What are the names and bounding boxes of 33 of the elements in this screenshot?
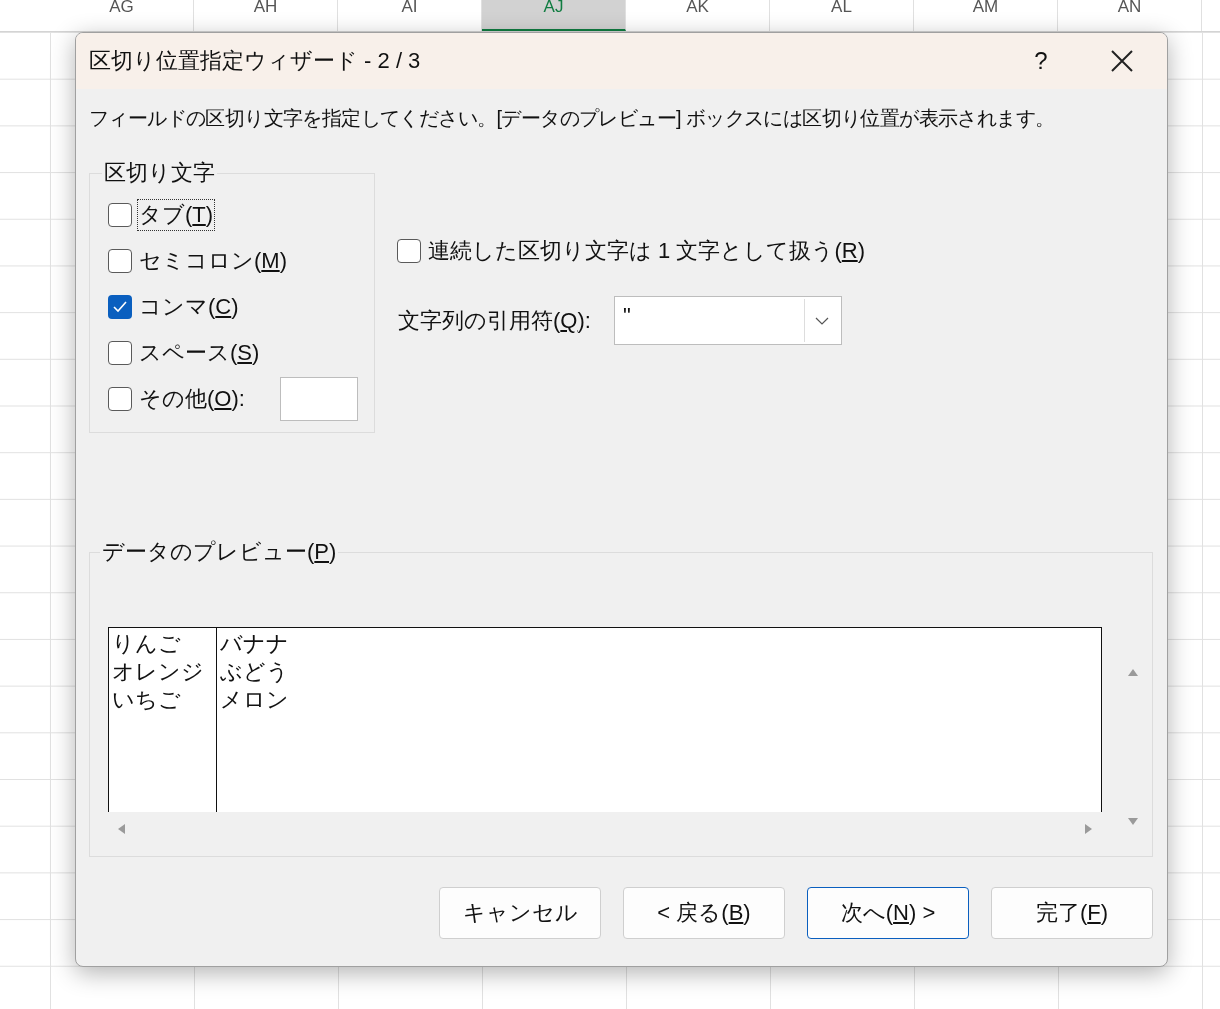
checkbox-label[interactable]: スペース(S) [138,338,261,368]
table-cell-text: バナナ [220,630,290,658]
checkbox[interactable] [108,249,132,273]
checkbox[interactable] [108,387,132,411]
checkbox-label[interactable]: コンマ(C) [138,292,240,322]
quote-dropdown[interactable]: " [613,296,842,345]
checkbox-label[interactable]: セミコロン(M) [138,246,288,276]
table-cell-text: オレンジ [112,658,205,686]
input-field[interactable] [280,377,358,421]
window-title: 区切り位置指定ウィザード - 2 / 3 [89,47,422,75]
dialog-button[interactable]: < 戻る(B) [623,887,785,939]
help-button[interactable]: ? [1006,33,1076,89]
checkbox-label[interactable]: 連続した区切り文字は 1 文字として扱う(R) [427,236,866,266]
chevron-down-icon [814,316,829,325]
dialog-button[interactable]: キャンセル [439,887,601,939]
checkbox-label[interactable]: その他(O): [138,384,246,414]
table-cell-text: いちご [112,686,182,714]
dialog-button[interactable]: 次へ(N) > [807,887,969,939]
table-cell-text: ぶどう [220,658,290,686]
field-label: 文字列の引用符(Q): [397,306,592,335]
group-title: データのプレビュー(P) [101,538,338,566]
close-icon [1110,50,1133,72]
table-cell-text: メロン [220,686,290,714]
checkbox-label[interactable]: タブ(T) [138,200,215,230]
table-cell-text: りんご [112,630,182,658]
checkbox[interactable] [108,295,132,319]
checkbox[interactable] [397,239,421,263]
checkmark-icon [113,301,127,313]
instruction-text: フィールドの区切り文字を指定してください。[データのプレビュー] ボックスには区切り位置が表示されます。 [89,106,1056,131]
group-title: 区切り文字 [103,159,216,187]
dialog-button[interactable]: 完了(F) [991,887,1153,939]
checkbox[interactable] [108,203,132,227]
checkbox[interactable] [108,341,132,365]
